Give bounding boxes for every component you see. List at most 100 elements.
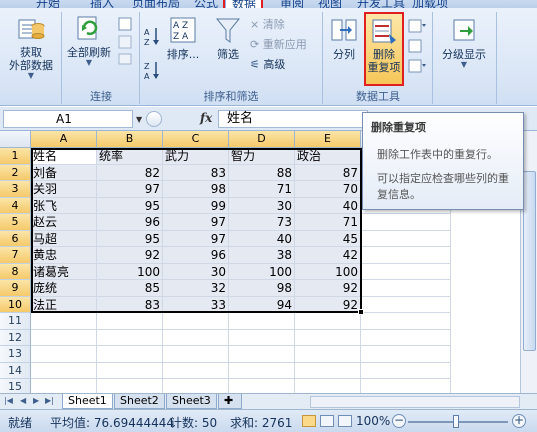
cell[interactable] (361, 263, 451, 280)
header-cell[interactable]: 统率 (97, 148, 163, 165)
cell[interactable] (31, 346, 97, 363)
last-sheet-icon[interactable]: ▶| (45, 396, 54, 405)
cell[interactable] (97, 313, 163, 330)
header-cell[interactable]: 姓名 (31, 148, 97, 165)
cell[interactable]: 88 (229, 164, 295, 181)
cell[interactable]: 71 (295, 214, 361, 231)
row-header[interactable]: 9 (0, 280, 31, 297)
cell[interactable] (229, 313, 295, 330)
cell[interactable] (31, 313, 97, 330)
tab-developer[interactable]: 开发工具 (357, 0, 405, 8)
header-cell[interactable]: 武力 (163, 148, 229, 165)
cell[interactable] (295, 329, 361, 346)
cell[interactable] (31, 362, 97, 379)
remove-duplicates-button[interactable]: 删除 重复项 (364, 12, 404, 86)
row-header[interactable]: 5 (0, 214, 31, 231)
vertical-scroll-thumb[interactable] (523, 171, 536, 351)
row-header[interactable]: 4 (0, 197, 31, 214)
cell[interactable]: 100 (295, 263, 361, 280)
sheet-tab-sheet2[interactable]: Sheet2 (114, 394, 165, 409)
cell[interactable]: 赵云 (31, 214, 97, 231)
cell[interactable]: 98 (229, 280, 295, 297)
cell[interactable] (31, 379, 97, 393)
select-all-corner[interactable] (0, 131, 31, 148)
row-header[interactable]: 1 (0, 148, 31, 165)
cell[interactable] (361, 362, 451, 379)
cell[interactable]: 诸葛亮 (31, 263, 97, 280)
cell[interactable]: 100 (97, 263, 163, 280)
prev-sheet-icon[interactable]: ◀ (20, 396, 26, 405)
cell[interactable] (295, 346, 361, 363)
cell[interactable]: 关羽 (31, 181, 97, 198)
sort-ascending-button[interactable]: AZ (144, 26, 160, 50)
cell[interactable]: 98 (163, 181, 229, 198)
cell[interactable]: 85 (97, 280, 163, 297)
cell[interactable]: 张飞 (31, 197, 97, 214)
horizontal-scrollbar[interactable] (310, 396, 520, 408)
cell[interactable]: 97 (97, 181, 163, 198)
cell[interactable]: 38 (229, 247, 295, 264)
text-to-columns-button[interactable]: 分列 (326, 16, 362, 61)
cell[interactable] (361, 280, 451, 297)
formula-cancel-icon[interactable] (146, 111, 162, 127)
cell[interactable]: 83 (163, 164, 229, 181)
cell[interactable] (361, 296, 451, 313)
cell[interactable] (163, 329, 229, 346)
cell[interactable]: 刘备 (31, 164, 97, 181)
cell[interactable]: 42 (295, 247, 361, 264)
first-sheet-icon[interactable]: |◀ (4, 396, 13, 405)
row-header[interactable]: 2 (0, 164, 31, 181)
row-header[interactable]: 15 (0, 379, 31, 393)
cell[interactable]: 96 (97, 214, 163, 231)
cell[interactable]: 92 (295, 296, 361, 313)
column-header[interactable]: C (163, 131, 229, 148)
cell[interactable]: 87 (295, 164, 361, 181)
column-header[interactable]: B (97, 131, 163, 148)
sort-descending-button[interactable]: ZA (144, 60, 160, 84)
cell[interactable]: 100 (229, 263, 295, 280)
cell[interactable]: 99 (163, 197, 229, 214)
column-header[interactable]: E (295, 131, 361, 148)
sheet-tab-sheet3[interactable]: Sheet3 (166, 394, 217, 409)
cell[interactable] (361, 379, 451, 393)
cell[interactable] (163, 362, 229, 379)
clear-filter-button[interactable]: ⨯ 清除 (250, 18, 285, 32)
cell[interactable]: 95 (97, 197, 163, 214)
cell[interactable]: 96 (163, 247, 229, 264)
normal-view-icon[interactable] (302, 415, 316, 427)
cell[interactable] (97, 362, 163, 379)
cell[interactable]: 40 (229, 230, 295, 247)
cell[interactable] (97, 379, 163, 393)
refresh-all-button[interactable]: 全部刷新 ▼ (64, 14, 114, 67)
cell[interactable]: 33 (163, 296, 229, 313)
cell[interactable]: 45 (295, 230, 361, 247)
cell[interactable]: 97 (163, 214, 229, 231)
cell[interactable] (361, 329, 451, 346)
cell[interactable] (361, 214, 451, 231)
cell[interactable] (361, 346, 451, 363)
row-header[interactable]: 11 (0, 313, 31, 330)
cell[interactable]: 马超 (31, 230, 97, 247)
zoom-in-icon[interactable]: + (512, 414, 526, 428)
chevron-down-icon[interactable]: ▼ (136, 115, 142, 124)
outline-button[interactable]: 分级显示 ▼ (436, 16, 492, 69)
cell[interactable]: 黄忠 (31, 247, 97, 264)
formula-input[interactable]: 姓名 (218, 110, 368, 128)
cell[interactable]: 92 (97, 247, 163, 264)
row-header[interactable]: 3 (0, 181, 31, 198)
tab-view[interactable]: 视图 (318, 0, 342, 8)
cell[interactable] (97, 329, 163, 346)
cell[interactable]: 73 (229, 214, 295, 231)
row-header[interactable]: 10 (0, 296, 31, 313)
cell[interactable] (295, 379, 361, 393)
tab-home[interactable]: 开始 (36, 0, 60, 8)
cell[interactable] (361, 313, 451, 330)
cell[interactable] (163, 346, 229, 363)
zoom-slider-thumb[interactable] (453, 415, 459, 428)
cell[interactable]: 94 (229, 296, 295, 313)
cell[interactable]: 97 (163, 230, 229, 247)
row-header[interactable]: 12 (0, 329, 31, 346)
column-header[interactable]: A (31, 131, 97, 148)
cell[interactable]: 82 (97, 164, 163, 181)
function-icon[interactable]: fx (200, 111, 212, 125)
